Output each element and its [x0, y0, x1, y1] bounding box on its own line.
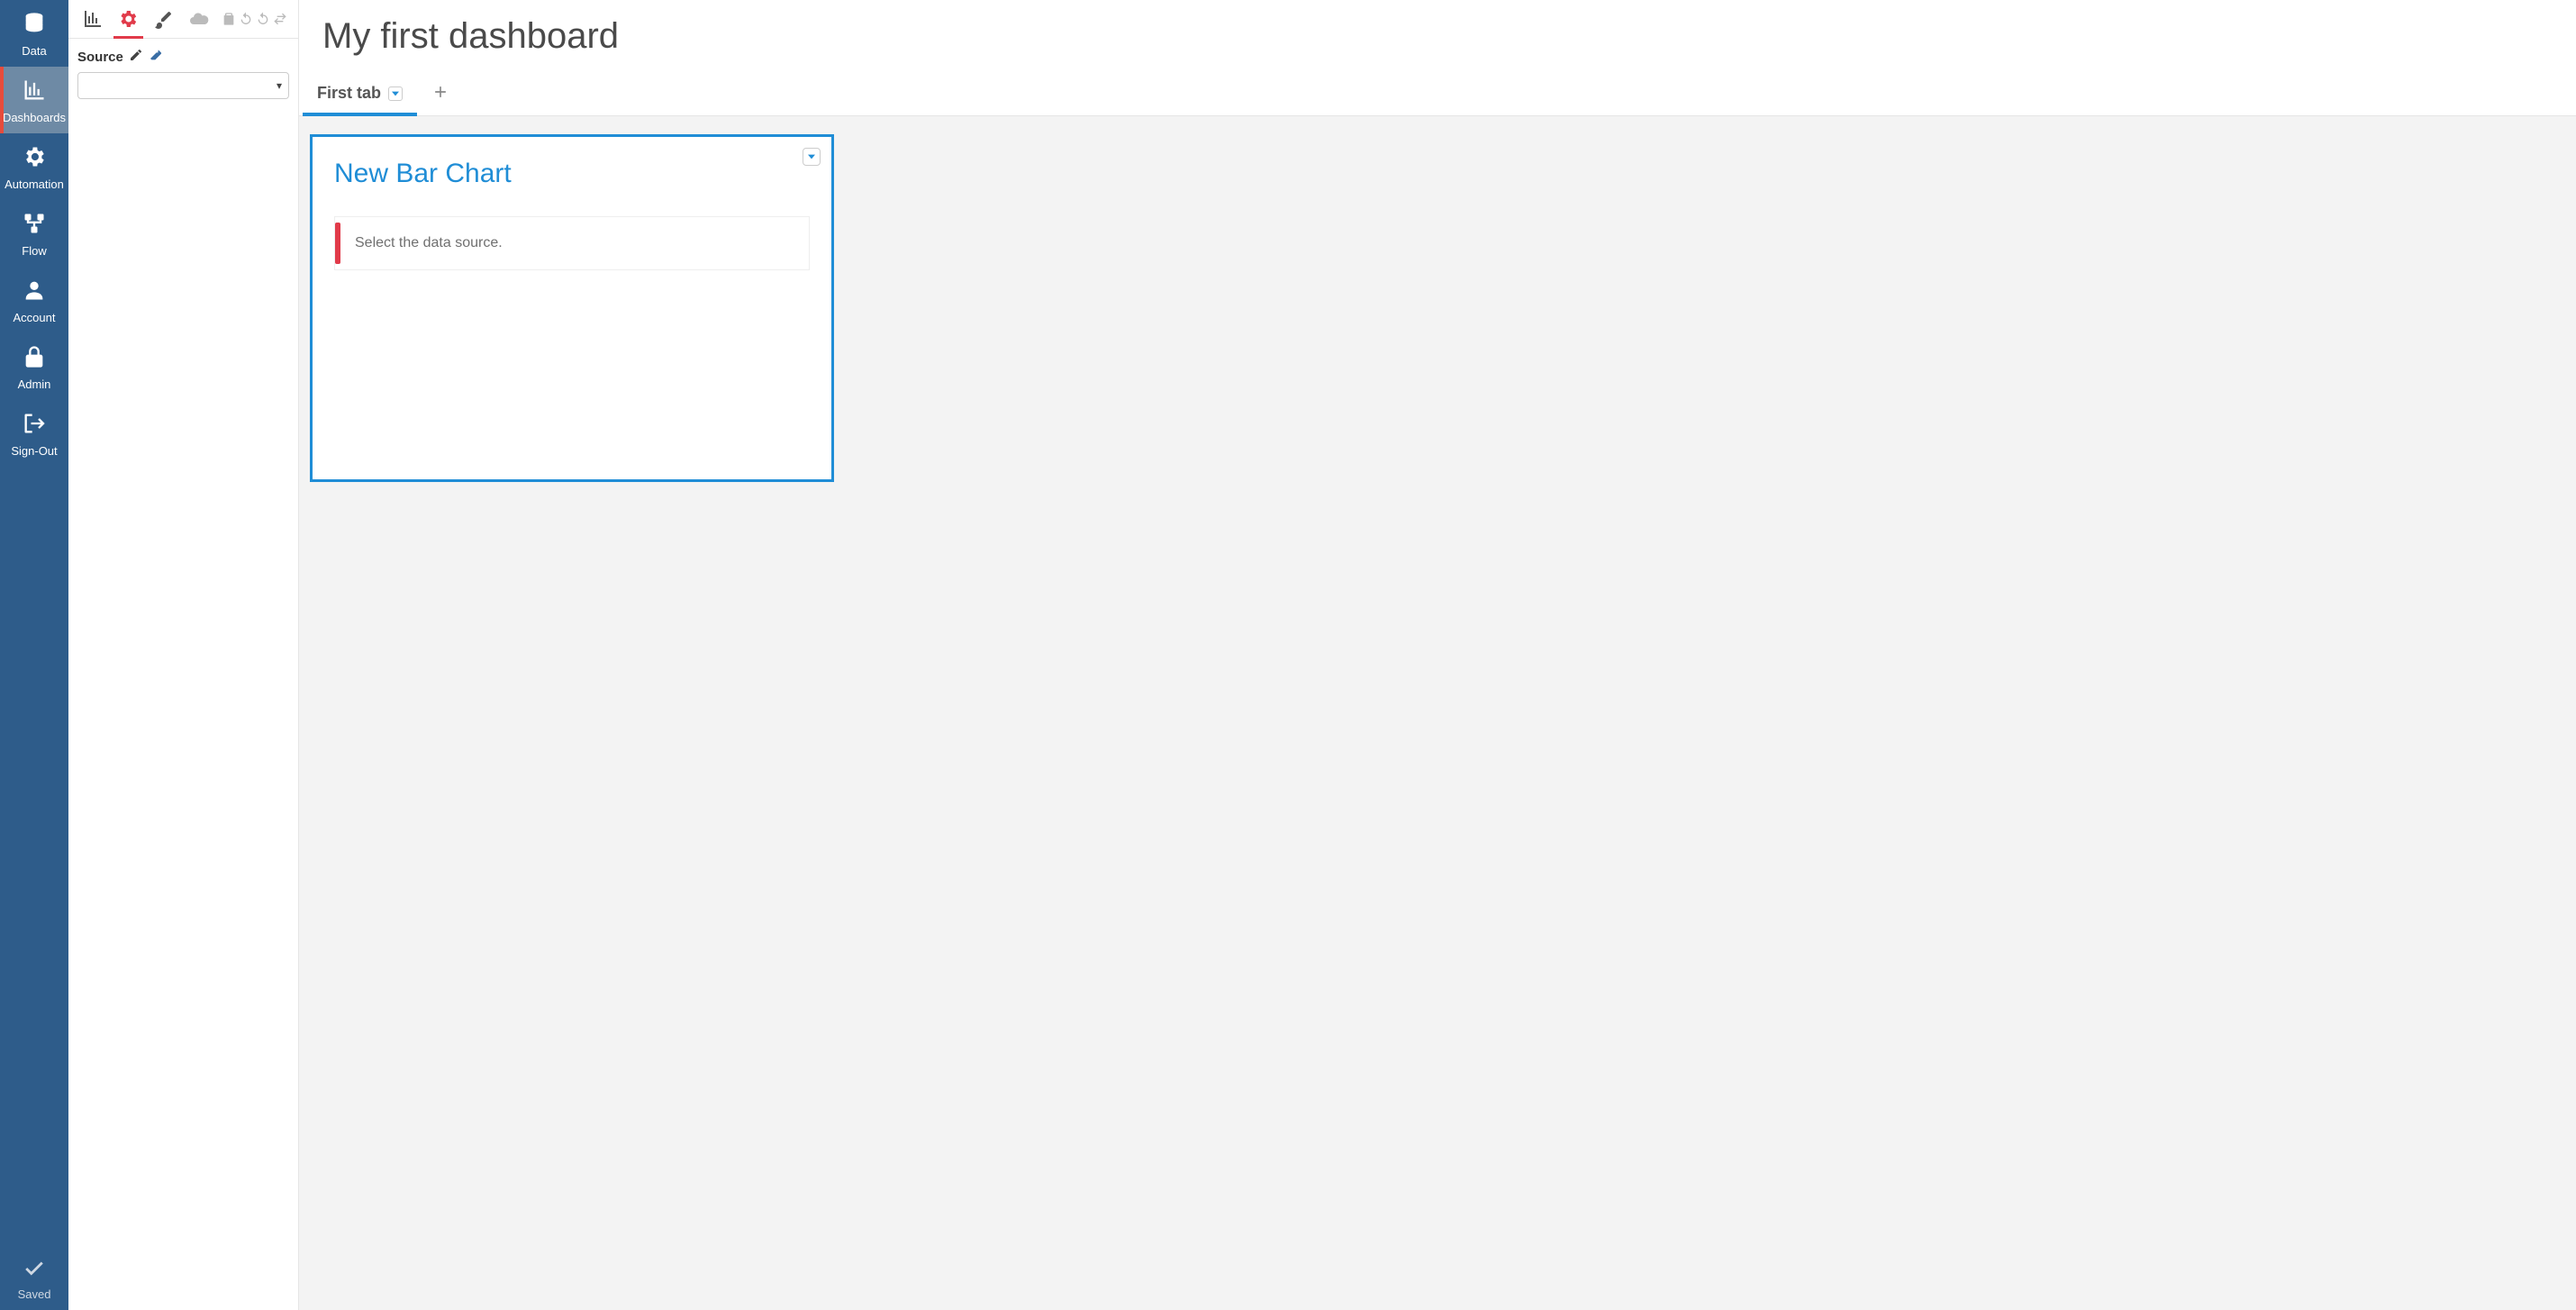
toolbar-chart-type[interactable]	[76, 4, 110, 38]
nav-item-flow[interactable]: Flow	[0, 200, 68, 267]
properties-panel: Source ▾	[68, 0, 299, 1310]
nav-item-dashboards[interactable]: Dashboards	[0, 67, 68, 133]
nav-label: Dashboards	[3, 111, 66, 124]
nav-label: Sign-Out	[11, 444, 57, 458]
saved-label: Saved	[18, 1287, 51, 1301]
tab-label: First tab	[317, 84, 381, 103]
toolbar-cloud[interactable]	[183, 4, 217, 38]
gear-icon	[117, 8, 139, 34]
add-tab-button[interactable]	[426, 80, 455, 109]
bar-chart-icon	[22, 77, 47, 107]
nav-item-automation[interactable]: Automation	[0, 133, 68, 200]
swap-icon[interactable]	[273, 12, 287, 31]
cloud-icon	[188, 8, 210, 34]
bar-chart-icon	[82, 8, 104, 34]
main-header: My first dashboard	[299, 0, 2576, 73]
user-icon	[22, 277, 47, 307]
left-nav: Data Dashboards Automation Flow Account …	[0, 0, 68, 1310]
toolbar-history-group	[218, 12, 291, 31]
database-icon	[22, 11, 47, 41]
nav-item-data[interactable]: Data	[0, 0, 68, 67]
widget-notice-text: Select the data source.	[355, 235, 503, 250]
source-label-row: Source	[77, 48, 289, 67]
toolbar-settings[interactable]	[112, 4, 146, 38]
lock-icon	[22, 344, 47, 374]
brush-icon	[153, 8, 175, 34]
widget-menu[interactable]	[803, 148, 821, 166]
redo-icon[interactable]	[256, 12, 270, 31]
nav-label: Admin	[18, 378, 51, 391]
tab-first[interactable]: First tab	[303, 73, 417, 115]
main-area: My first dashboard First tab New Bar Cha…	[299, 0, 2576, 1310]
widget-bar-chart[interactable]: New Bar Chart Select the data source.	[310, 134, 834, 482]
panel-toolbar	[68, 0, 298, 39]
eraser-icon[interactable]	[149, 48, 163, 67]
tabs-row: First tab	[299, 73, 2576, 116]
nav-item-admin[interactable]: Admin	[0, 333, 68, 400]
edit-icon[interactable]	[129, 48, 143, 67]
flow-icon	[22, 211, 47, 241]
gears-icon	[22, 144, 47, 174]
check-icon	[23, 1256, 46, 1284]
source-label: Source	[77, 50, 123, 65]
dashboard-title[interactable]: My first dashboard	[322, 16, 2553, 57]
plus-icon	[431, 83, 449, 105]
widget-notice: Select the data source.	[334, 216, 810, 270]
clipboard-icon[interactable]	[222, 12, 236, 31]
source-select-wrap: ▾	[77, 72, 289, 99]
nav-item-signout[interactable]: Sign-Out	[0, 400, 68, 467]
widget-title: New Bar Chart	[334, 159, 810, 189]
nav-label: Account	[14, 311, 56, 324]
nav-item-account[interactable]: Account	[0, 267, 68, 333]
source-select[interactable]	[77, 72, 289, 99]
dashboard-canvas[interactable]: New Bar Chart Select the data source.	[299, 116, 2576, 1310]
sign-out-icon	[22, 411, 47, 441]
undo-icon[interactable]	[239, 12, 253, 31]
nav-label: Flow	[22, 244, 46, 258]
nav-label: Data	[22, 44, 46, 58]
panel-body: Source ▾	[68, 39, 298, 108]
toolbar-style[interactable]	[147, 4, 181, 38]
nav-label: Automation	[5, 177, 64, 191]
saved-indicator: Saved	[0, 1245, 68, 1310]
tab-dropdown[interactable]	[388, 86, 403, 101]
